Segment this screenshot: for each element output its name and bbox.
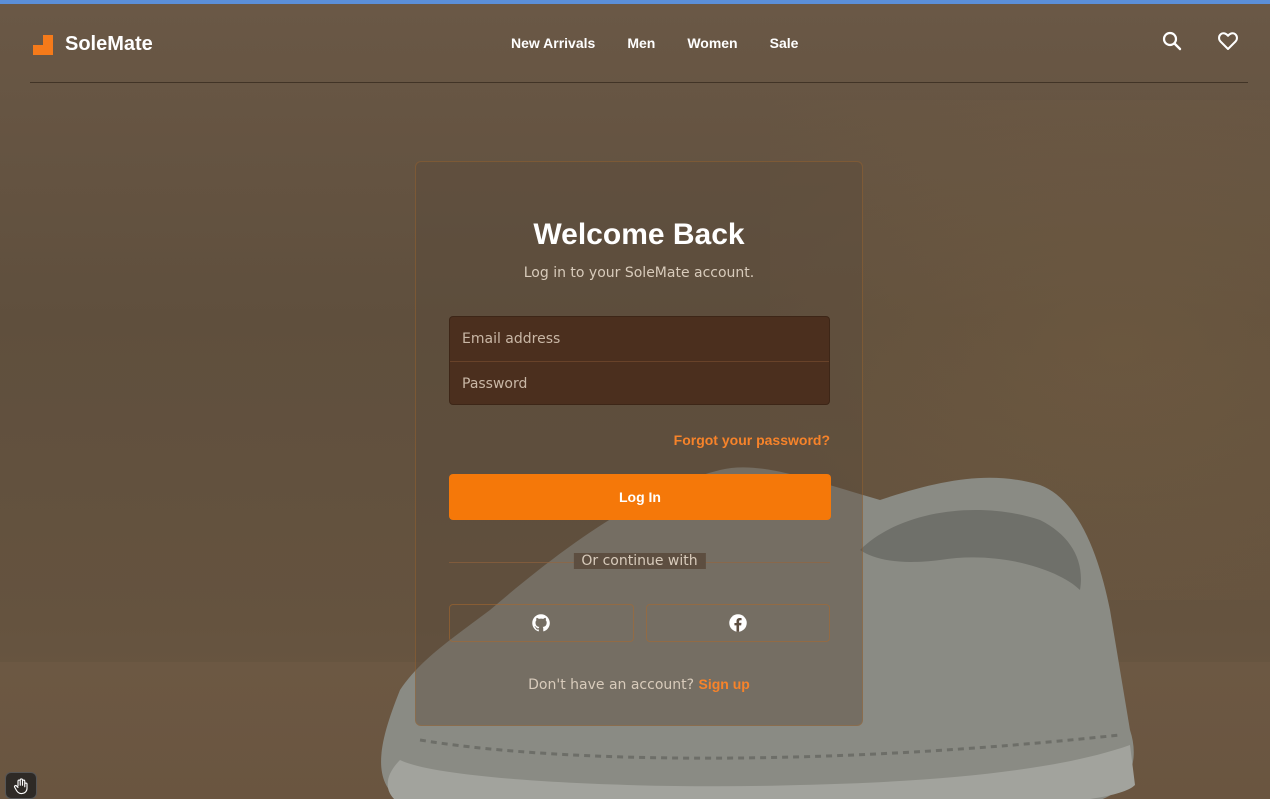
facebook-icon (729, 614, 747, 632)
site-header: SoleMate New Arrivals Men Women Sale (30, 4, 1248, 83)
nav-women[interactable]: Women (687, 35, 737, 51)
password-field[interactable] (450, 361, 829, 404)
login-card: Welcome Back Log in to your SoleMate acc… (415, 161, 863, 726)
nav-sale[interactable]: Sale (770, 35, 799, 51)
nav-new-arrivals[interactable]: New Arrivals (511, 35, 595, 51)
signup-prompt-text: Don't have an account? (528, 677, 695, 693)
main-nav: New Arrivals Men Women Sale (511, 35, 798, 51)
login-button[interactable]: Log In (449, 474, 831, 520)
hand-tool-button[interactable] (5, 772, 37, 799)
login-subtitle: Log in to your SoleMate account. (523, 265, 755, 281)
logo-mark-icon (33, 34, 53, 55)
github-icon (532, 614, 551, 632)
email-field[interactable] (450, 317, 829, 361)
signup-prompt: Don't have an account? Sign up (416, 676, 862, 693)
header-actions (1160, 29, 1240, 53)
login-title: Welcome Back (533, 218, 745, 251)
github-login-button[interactable] (449, 604, 634, 642)
social-login (449, 604, 830, 642)
facebook-login-button[interactable] (645, 604, 830, 642)
heart-icon[interactable] (1216, 29, 1240, 53)
forgot-password-link[interactable]: Forgot your password? (674, 432, 830, 448)
credentials-group (449, 316, 830, 405)
social-divider: Or continue with (449, 552, 830, 572)
brand-name: SoleMate (65, 33, 153, 55)
nav-men[interactable]: Men (627, 35, 655, 51)
signup-link[interactable]: Sign up (699, 676, 750, 692)
search-icon[interactable] (1160, 29, 1184, 53)
brand-logo[interactable]: SoleMate (33, 33, 153, 56)
hand-icon (14, 777, 28, 794)
divider-text: Or continue with (573, 553, 706, 569)
